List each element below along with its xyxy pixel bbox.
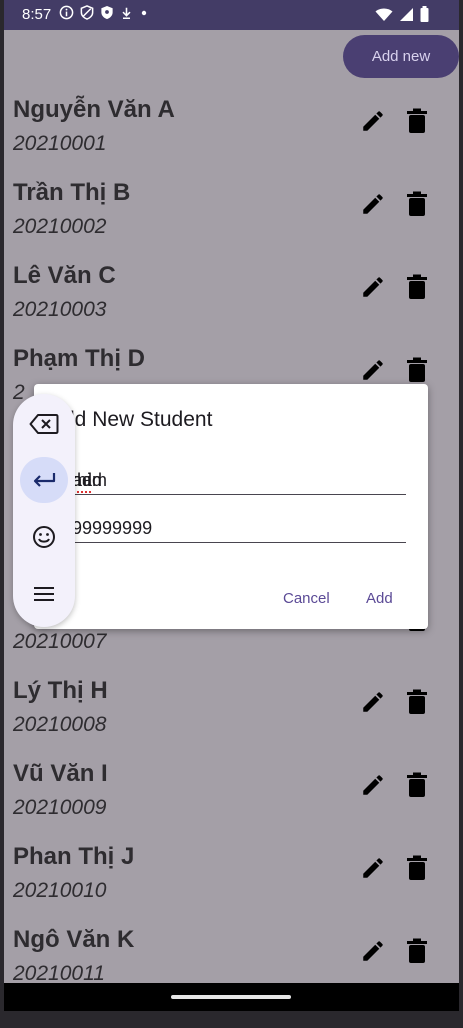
delete-icon[interactable] — [406, 689, 428, 715]
shield-icon — [80, 5, 94, 20]
student-row: Trần Thị B 20210002 — [4, 179, 459, 262]
student-id: 20210001 — [13, 132, 107, 155]
student-row: Nguyễn Văn A 20210001 — [4, 96, 459, 179]
home-gesture-handle[interactable] — [171, 995, 291, 999]
signal-icon — [400, 7, 413, 21]
student-id: 20210003 — [13, 298, 107, 321]
id-value-text: 99999999 — [72, 518, 153, 538]
student-id: 20210002 — [13, 215, 107, 238]
student-id-field[interactable]: 99999999 — [64, 502, 406, 543]
cancel-button[interactable]: Cancel — [283, 590, 330, 607]
add-student-dialog: dd New Student ham thi add 99999999 Canc… — [34, 384, 428, 629]
navigation-bar — [4, 983, 459, 1011]
edit-icon[interactable] — [360, 689, 386, 715]
vpn-icon — [101, 5, 113, 20]
student-id: 20210009 — [13, 796, 107, 819]
student-name-field[interactable]: ham thi add — [64, 454, 406, 495]
student-row: Lý Thị H 20210008 — [4, 677, 459, 760]
add-button[interactable]: Add — [366, 590, 393, 607]
app-screen: 8:57 Add new Nguyễn Văn A 20210001 Trần … — [4, 0, 459, 1028]
delete-icon[interactable] — [406, 191, 428, 217]
menu-icon[interactable] — [20, 571, 68, 617]
dot-icon — [141, 10, 147, 15]
add-new-button[interactable]: Add new — [343, 35, 459, 78]
student-id: 20210010 — [13, 879, 107, 902]
status-notification-icons — [59, 5, 149, 20]
edit-icon[interactable] — [360, 191, 386, 217]
wifi-icon — [375, 8, 393, 21]
student-name: Phan Thị J — [13, 843, 135, 870]
delete-icon[interactable] — [406, 274, 428, 300]
edit-icon[interactable] — [360, 772, 386, 798]
edit-icon[interactable] — [360, 938, 386, 964]
delete-icon[interactable] — [406, 108, 428, 134]
battery-icon — [420, 6, 429, 22]
edit-icon[interactable] — [360, 108, 386, 134]
student-id: 20210007 — [13, 630, 107, 653]
status-time: 8:57 — [22, 6, 52, 23]
student-id: 20210008 — [13, 713, 107, 736]
emoji-icon[interactable] — [20, 514, 68, 560]
student-name: Ngô Văn K — [13, 926, 135, 953]
download-icon — [122, 7, 131, 19]
delete-icon[interactable] — [406, 772, 428, 798]
delete-icon[interactable] — [406, 855, 428, 881]
student-row: Vũ Văn I 20210009 — [4, 760, 459, 843]
edit-icon[interactable] — [360, 357, 386, 383]
info-icon — [59, 5, 74, 20]
delete-icon[interactable] — [406, 357, 428, 383]
edit-icon[interactable] — [360, 855, 386, 881]
student-row: Lê Văn C 20210003 — [4, 262, 459, 345]
student-name: Lê Văn C — [13, 262, 116, 289]
keyboard-action-panel — [13, 394, 75, 627]
status-system-icons — [375, 6, 429, 22]
delete-icon[interactable] — [406, 938, 428, 964]
device-frame-bottom — [0, 1011, 463, 1028]
student-name: Vũ Văn I — [13, 760, 108, 787]
student-name: Nguyễn Văn A — [13, 96, 175, 123]
student-row: Phan Thị J 20210010 — [4, 843, 459, 926]
student-name: Phạm Thị D — [13, 345, 146, 372]
enter-icon[interactable] — [20, 457, 68, 503]
student-name: Trần Thị B — [13, 179, 131, 206]
status-bar: 8:57 — [4, 0, 459, 30]
backspace-icon[interactable] — [20, 401, 68, 447]
name-value-suffix: add — [72, 470, 103, 490]
student-name: Lý Thị H — [13, 677, 108, 704]
dialog-title: dd New Student — [63, 408, 213, 431]
edit-icon[interactable] — [360, 274, 386, 300]
